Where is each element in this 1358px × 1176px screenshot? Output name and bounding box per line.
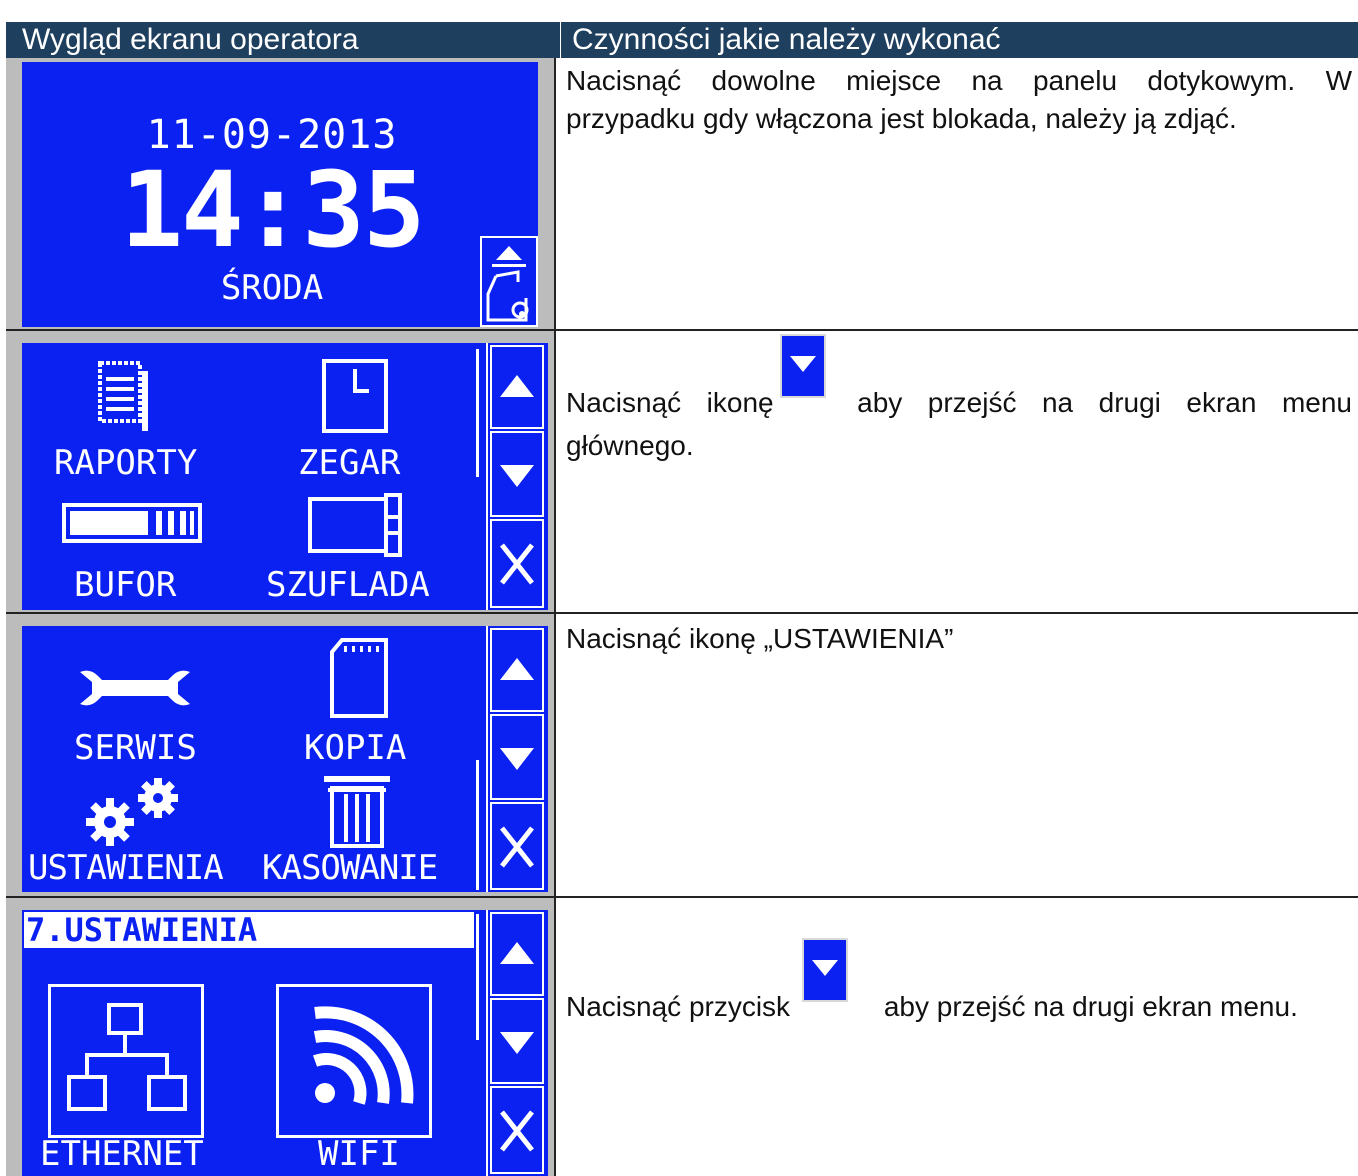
reports-icon[interactable] [96, 359, 152, 435]
nav-panel [486, 626, 548, 892]
gears-icon[interactable] [84, 776, 184, 852]
nav-panel [486, 910, 548, 1176]
close-icon [500, 1110, 534, 1152]
nav-panel [486, 343, 548, 610]
screen-frame-3: SERWIS KOPIA USTAWIENIA KASOWANIE [6, 614, 554, 896]
clock-day: ŚRODA [220, 268, 324, 308]
header-screen-view: Wygląd ekranu operatora [22, 23, 359, 56]
trash-icon[interactable] [322, 772, 392, 848]
clock-icon[interactable] [320, 357, 390, 435]
clock-time: 14:35 [120, 149, 425, 271]
lcd-settings-screen: 7.USTAWIENIA ETHERNET WIFI [22, 910, 548, 1176]
instruction-row-4: Nacisnąć przycisk aby przejść na drugi e… [566, 938, 1352, 1030]
unlock-icon [486, 246, 529, 322]
menu-item-ethernet[interactable]: ETHERNET [40, 1134, 204, 1174]
arrow-down-icon [500, 748, 534, 770]
arrow-up-icon [500, 942, 534, 964]
menu-item-serwis[interactable]: SERWIS [74, 728, 197, 768]
lock-button[interactable] [480, 236, 538, 327]
close-icon [500, 543, 534, 585]
sd-card-icon[interactable] [328, 636, 390, 720]
buffer-icon[interactable] [60, 499, 204, 547]
menu-item-kasowanie[interactable]: KASOWANIE [262, 848, 438, 888]
lcd-main-menu-1: RAPORTY ZEGAR BUFOR SZUFLADA [22, 343, 548, 610]
ethernet-tile[interactable] [48, 984, 204, 1138]
scroll-down-button[interactable] [490, 431, 544, 517]
menu-item-wifi[interactable]: WIFI [318, 1134, 400, 1174]
arrow-down-icon [812, 960, 839, 976]
menu-item-raporty[interactable]: RAPORTY [54, 443, 197, 483]
instruction-table: Wygląd ekranu operatora Czynności jakie … [0, 0, 1358, 1176]
instruction-row-1: Nacisnąć dowolne miejsce na panelu dotyk… [566, 65, 1352, 134]
close-button[interactable] [490, 519, 544, 608]
lcd-main-menu-2: SERWIS KOPIA USTAWIENIA KASOWANIE [22, 626, 548, 892]
menu-item-ustawienia[interactable]: USTAWIENIA [28, 848, 224, 888]
arrow-down-icon [500, 465, 534, 487]
instruction-text-a: Nacisnąć ikonę [566, 387, 774, 418]
scroll-bar[interactable] [476, 914, 479, 1040]
wifi-icon [312, 1006, 414, 1105]
menu-item-zegar[interactable]: ZEGAR [298, 443, 400, 483]
close-button[interactable] [490, 802, 544, 890]
title-bar: 7.USTAWIENIA [24, 912, 474, 948]
scroll-bar[interactable] [476, 349, 479, 477]
instruction-text-a: Nacisnąć przycisk [566, 991, 791, 1022]
scroll-down-button[interactable] [490, 998, 544, 1084]
inline-down-button-icon [779, 334, 826, 398]
network-icon [67, 1003, 187, 1111]
wrench-icon[interactable] [80, 666, 190, 710]
instruction-row-3: Nacisnąć ikonę „USTAWIENIA” [566, 623, 954, 654]
scroll-up-button[interactable] [490, 912, 544, 996]
wifi-tile[interactable] [276, 984, 432, 1138]
menu-item-szuflada[interactable]: SZUFLADA [266, 565, 430, 605]
instruction-text-b: aby przejść na drugi ekran menu. [883, 991, 1298, 1022]
arrow-up-icon [500, 375, 534, 397]
drawer-icon[interactable] [306, 493, 406, 557]
header-actions: Czynności jakie należy wykonać [572, 23, 1001, 56]
menu-item-kopia[interactable]: KOPIA [304, 728, 406, 768]
scroll-up-button[interactable] [490, 345, 544, 429]
arrow-up-icon [500, 658, 534, 680]
screen-frame-2: RAPORTY ZEGAR BUFOR SZUFLADA [6, 331, 554, 612]
scroll-up-button[interactable] [490, 628, 544, 712]
screen-frame-1: 11-09-2013 14:35 ŚRODA [6, 58, 554, 329]
close-icon [500, 826, 534, 868]
screen-frame-4: 7.USTAWIENIA ETHERNET WIFI [6, 898, 554, 1176]
inline-down-button-icon [802, 938, 849, 1002]
scroll-bar[interactable] [476, 760, 479, 890]
close-button[interactable] [490, 1086, 544, 1174]
menu-item-bufor[interactable]: BUFOR [74, 565, 176, 605]
instruction-row-2: Nacisnąć ikonę aby przejść na drugi ekra… [566, 334, 1352, 466]
scroll-down-button[interactable] [490, 714, 544, 800]
arrow-down-icon [789, 356, 816, 372]
lcd-clock-screen[interactable]: 11-09-2013 14:35 ŚRODA [22, 62, 538, 327]
table-header: Wygląd ekranu operatora Czynności jakie … [6, 22, 1358, 58]
screen-title: 7.USTAWIENIA [26, 911, 258, 949]
arrow-down-icon [500, 1032, 534, 1054]
column-divider [554, 58, 556, 1176]
header-divider [560, 22, 561, 58]
